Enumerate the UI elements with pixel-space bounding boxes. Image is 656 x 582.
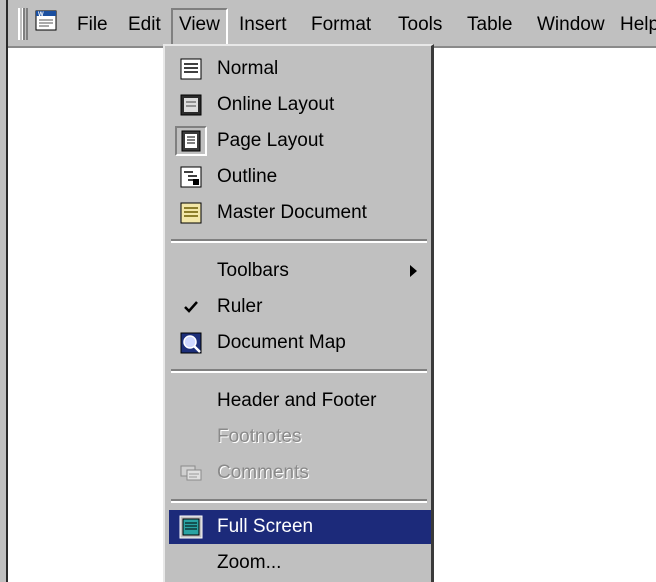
view-dropdown-menu: Normal Online Layout Page Layout Outline… xyxy=(163,44,434,582)
menu-item-footnotes-label: Footnotes xyxy=(217,426,302,447)
menu-edit-label: Edit xyxy=(128,14,161,35)
menu-insert-label: Insert xyxy=(239,14,287,35)
menu-item-footnotes[interactable]: Footnotes xyxy=(169,420,431,454)
window-left-border xyxy=(0,0,8,582)
menu-window[interactable]: Window xyxy=(531,8,611,42)
svg-text:W: W xyxy=(38,12,44,18)
menu-item-toolbars[interactable]: Toolbars xyxy=(169,254,431,288)
menu-tools[interactable]: Tools xyxy=(392,8,448,42)
master-document-icon xyxy=(180,202,202,224)
menu-item-master-document[interactable]: Master Document xyxy=(169,196,431,230)
word-document-icon[interactable]: W xyxy=(34,8,60,32)
menu-item-ruler-label: Ruler xyxy=(217,296,263,317)
menu-help-label: Help xyxy=(620,14,656,35)
comments-icon xyxy=(180,465,202,481)
menu-item-normal-label: Normal xyxy=(217,58,279,79)
menu-item-zoom-label: Zoom... xyxy=(217,552,282,573)
menu-item-comments-label: Comments xyxy=(217,462,309,483)
menu-bar: W File Edit View Insert Format Tools Tab… xyxy=(8,0,656,48)
menu-item-outline-label: Outline xyxy=(217,166,278,187)
menu-format-label: Format xyxy=(311,14,372,35)
menu-item-header-and-footer[interactable]: Header and Footer xyxy=(169,384,431,418)
menu-item-header-and-footer-label: Header and Footer xyxy=(217,390,377,411)
menu-edit[interactable]: Edit xyxy=(122,8,167,42)
menu-item-ruler[interactable]: Ruler xyxy=(169,290,431,324)
online-layout-icon xyxy=(180,94,202,116)
menu-file[interactable]: File xyxy=(71,8,114,42)
menu-item-normal[interactable]: Normal xyxy=(169,52,431,86)
menu-item-full-screen-label: Full Screen xyxy=(217,516,314,537)
menu-item-outline[interactable]: Outline xyxy=(169,160,431,194)
menu-separator xyxy=(171,369,427,373)
menu-item-zoom[interactable]: Zoom... xyxy=(169,546,431,580)
menu-table[interactable]: Table xyxy=(461,8,518,42)
menu-separator xyxy=(171,499,427,503)
menu-item-page-layout-label: Page Layout xyxy=(217,130,324,151)
menu-item-online-layout-label: Online Layout xyxy=(217,94,335,115)
menu-item-full-screen[interactable]: Full Screen xyxy=(169,510,431,544)
menu-item-comments[interactable]: Comments xyxy=(169,456,431,490)
menu-window-label: Window xyxy=(537,14,605,35)
menu-insert[interactable]: Insert xyxy=(233,8,293,42)
menu-tools-label: Tools xyxy=(398,14,443,35)
menu-view[interactable]: View xyxy=(171,8,228,44)
menu-file-label: File xyxy=(77,14,108,35)
outline-view-icon xyxy=(180,166,202,188)
menu-item-master-document-label: Master Document xyxy=(217,202,367,223)
menu-item-page-layout[interactable]: Page Layout xyxy=(169,124,431,158)
normal-view-icon xyxy=(180,58,202,80)
menu-view-label: View xyxy=(179,14,220,35)
document-map-icon xyxy=(180,332,202,354)
checkmark-icon xyxy=(184,301,198,313)
menu-help[interactable]: Help xyxy=(614,8,656,42)
toolbar-grip-handle[interactable] xyxy=(18,8,28,40)
menu-table-label: Table xyxy=(467,14,513,35)
menu-separator xyxy=(171,239,427,243)
menu-item-toolbars-label: Toolbars xyxy=(217,260,289,281)
menu-format[interactable]: Format xyxy=(305,8,377,42)
menu-item-online-layout[interactable]: Online Layout xyxy=(169,88,431,122)
full-screen-icon xyxy=(179,515,203,539)
menu-item-document-map-label: Document Map xyxy=(217,332,346,353)
menu-item-document-map[interactable]: Document Map xyxy=(169,326,431,360)
submenu-arrow-icon xyxy=(410,265,417,277)
page-layout-icon xyxy=(181,130,201,152)
